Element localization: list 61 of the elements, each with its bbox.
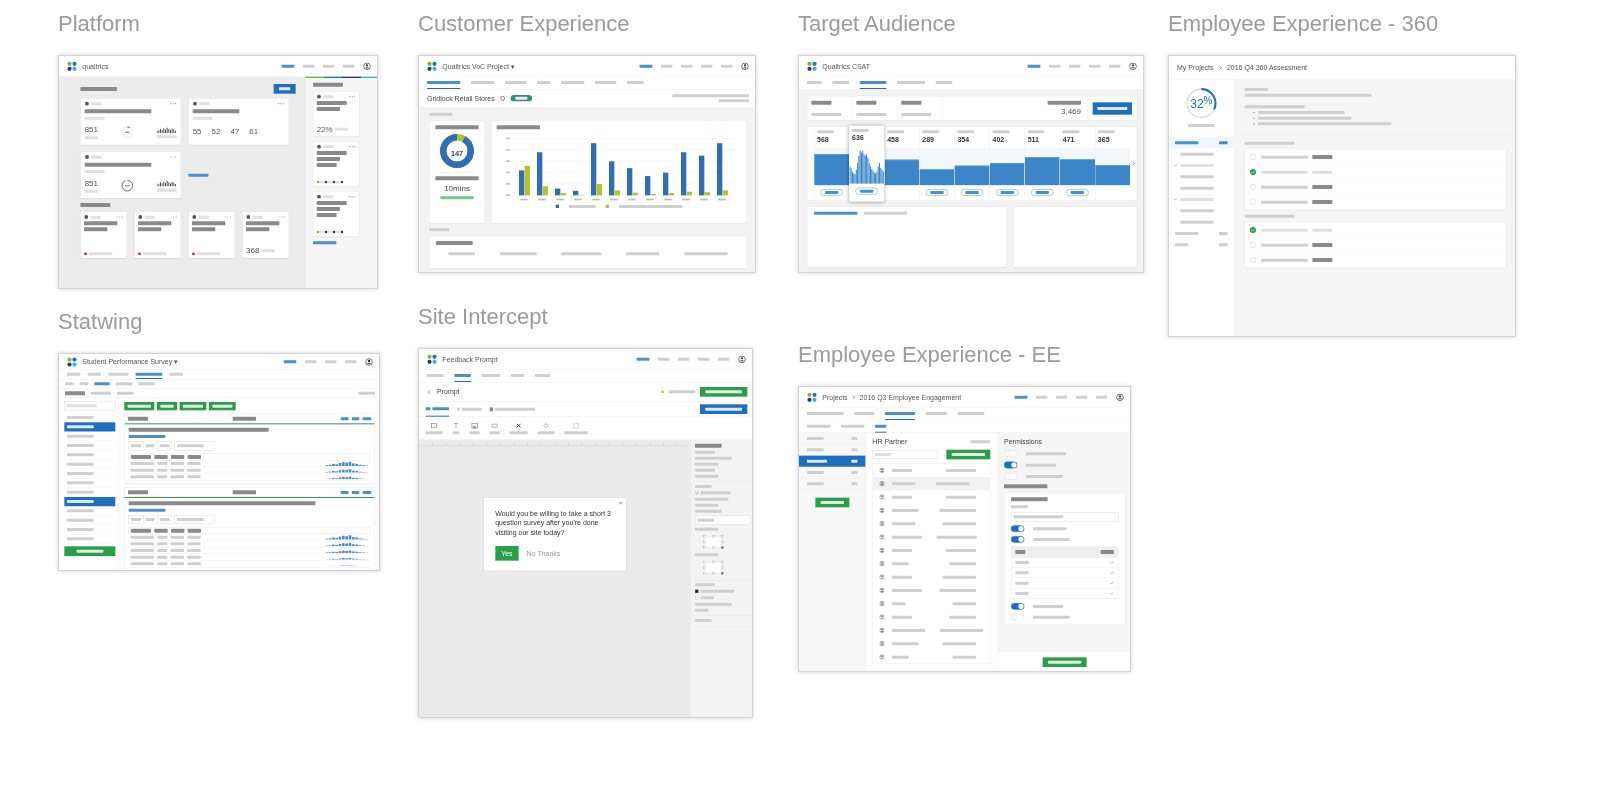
more-icon[interactable] bbox=[277, 102, 285, 105]
sparkline-chart bbox=[156, 179, 177, 187]
progress-steps-icon bbox=[316, 180, 344, 184]
stat-value: 851 bbox=[84, 125, 98, 135]
section-title: Platform bbox=[58, 10, 140, 38]
score-value: 52 bbox=[211, 126, 221, 136]
logo-icon bbox=[67, 356, 77, 367]
section-title: Employee Experience - 360 bbox=[1168, 10, 1439, 38]
user-icon[interactable] bbox=[741, 62, 749, 71]
score-value: 55 bbox=[192, 126, 202, 136]
more-icon[interactable] bbox=[348, 145, 356, 148]
survey-logo-icon bbox=[246, 214, 251, 220]
stat-value: 22% bbox=[316, 124, 333, 134]
alert-dot-icon bbox=[192, 252, 195, 256]
section-title: Target Audience bbox=[798, 10, 956, 38]
survey-logo-icon bbox=[316, 194, 322, 199]
done-status-icon[interactable] bbox=[1249, 226, 1257, 234]
survey-logo-icon bbox=[84, 101, 90, 106]
logo-icon bbox=[427, 354, 437, 365]
more-icon[interactable] bbox=[169, 102, 177, 105]
done-status-icon[interactable] bbox=[1249, 168, 1257, 176]
survey-logo-icon bbox=[192, 214, 197, 220]
stat-value: 368 bbox=[246, 246, 260, 256]
more-icon[interactable] bbox=[348, 195, 356, 198]
survey-logo-icon bbox=[84, 214, 89, 220]
user-icon[interactable] bbox=[363, 62, 371, 71]
user-icon[interactable] bbox=[365, 357, 373, 366]
location-grid-icon[interactable] bbox=[701, 533, 725, 551]
checkbox-icon[interactable] bbox=[695, 491, 699, 495]
alert-dot-icon bbox=[138, 252, 141, 256]
survey-logo-icon bbox=[84, 154, 90, 160]
more-icon[interactable] bbox=[348, 95, 356, 98]
donut-chart bbox=[438, 132, 476, 170]
section-title: Site Intercept bbox=[418, 303, 548, 331]
section-title: Employee Experience - EE bbox=[798, 341, 1061, 369]
section-title: Customer Experience bbox=[418, 10, 630, 38]
score-value: 47 bbox=[230, 126, 240, 136]
alert-dot-icon bbox=[84, 252, 87, 256]
progress-steps-icon bbox=[316, 230, 344, 234]
score-value: 61 bbox=[249, 126, 259, 136]
survey-logo-icon bbox=[316, 94, 322, 99]
user-icon[interactable] bbox=[738, 355, 746, 364]
user-icon[interactable] bbox=[1129, 62, 1137, 71]
logo-icon bbox=[427, 61, 437, 72]
histogram-chart[interactable] bbox=[849, 148, 885, 184]
survey-logo-icon bbox=[138, 214, 143, 220]
survey-logo-icon bbox=[192, 101, 198, 106]
logo-icon bbox=[807, 392, 817, 403]
progress-value: 32$^{%}$ bbox=[1190, 95, 1213, 112]
checkbox-icon[interactable] bbox=[695, 589, 699, 593]
total-value: 3,469 bbox=[1061, 106, 1081, 116]
stat-value: 851 bbox=[84, 178, 98, 188]
logo-icon bbox=[67, 61, 77, 72]
location-grid-icon[interactable] bbox=[701, 559, 725, 576]
warning-dot-icon bbox=[661, 390, 664, 394]
section-title: Statwing bbox=[58, 308, 143, 336]
user-icon[interactable] bbox=[1116, 393, 1124, 402]
survey-logo-icon bbox=[316, 144, 322, 149]
logo-icon bbox=[807, 61, 817, 72]
sparkline-chart bbox=[156, 126, 177, 134]
stat-value: 10mins bbox=[444, 183, 470, 193]
